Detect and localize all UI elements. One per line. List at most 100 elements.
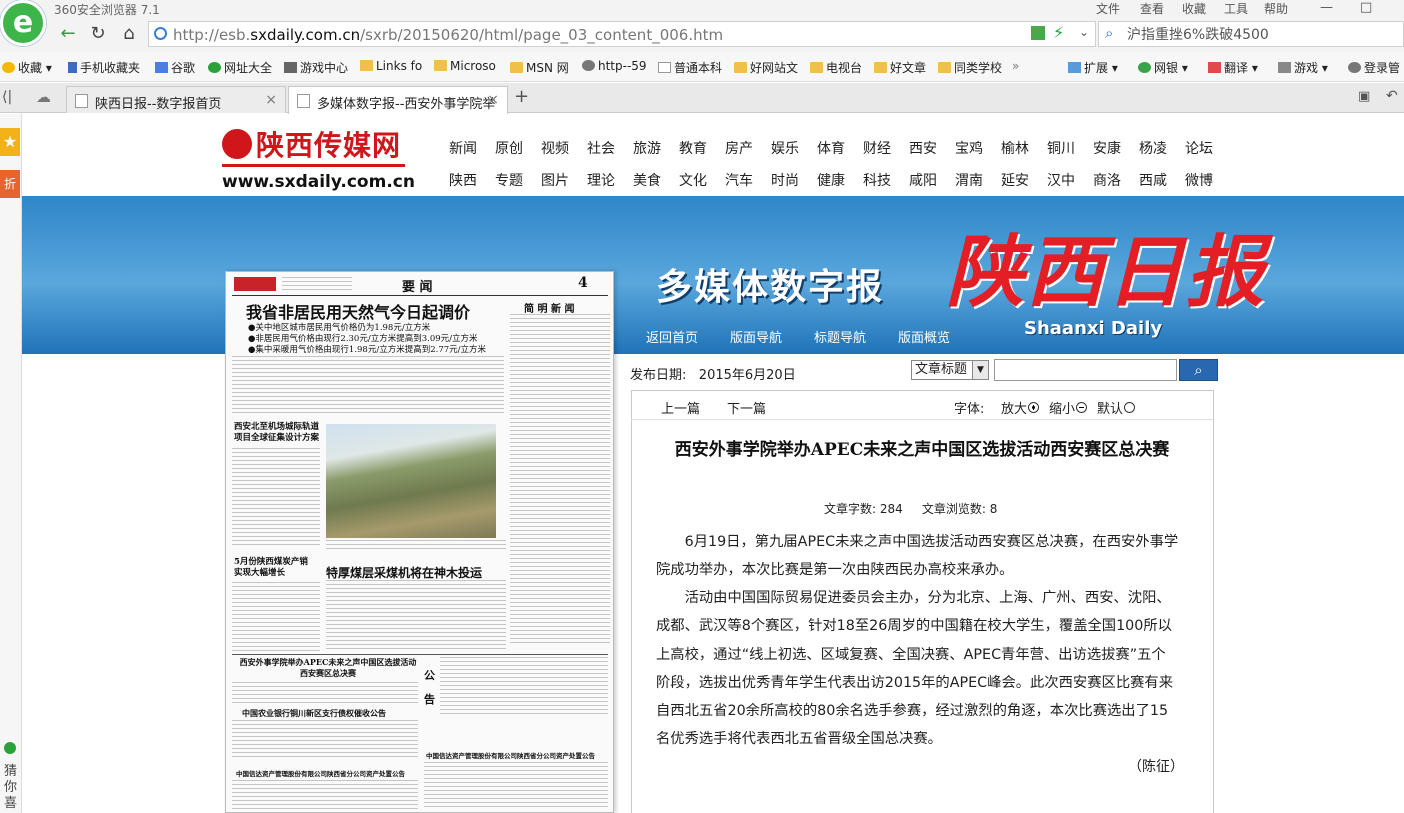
search-button[interactable]: ⌕ bbox=[1179, 359, 1218, 381]
bookmark-benke[interactable]: 普通本科 bbox=[658, 59, 722, 76]
menu-view[interactable]: 查看 bbox=[1140, 0, 1164, 17]
nav-link[interactable]: 健康 bbox=[817, 170, 845, 190]
zoom-in-radio[interactable] bbox=[1028, 402, 1040, 413]
nav-link[interactable]: 社会 bbox=[587, 138, 615, 158]
nav-link[interactable]: 视频 bbox=[541, 138, 569, 158]
nav-link[interactable]: 微博 bbox=[1185, 170, 1213, 190]
banner-nav-pages[interactable]: 版面导航 bbox=[730, 327, 782, 346]
nav-link[interactable]: 教育 bbox=[679, 138, 707, 158]
nav-link[interactable]: 汉中 bbox=[1047, 170, 1075, 190]
banner-nav-home[interactable]: 返回首页 bbox=[646, 327, 698, 346]
menu-help[interactable]: 帮助 bbox=[1264, 0, 1288, 17]
restore-tabs-icon[interactable]: ▣ bbox=[1358, 89, 1370, 104]
menu-tools[interactable]: 工具 bbox=[1224, 0, 1248, 17]
bookmark-good-sites[interactable]: 好网站文 bbox=[734, 59, 798, 76]
banner-nav-overview[interactable]: 版面概览 bbox=[898, 327, 950, 346]
discount-icon[interactable]: 折 bbox=[0, 170, 20, 198]
article-title: 西安外事学院举办APEC未来之声中国区选拔活动西安赛区总决赛 bbox=[674, 440, 1170, 460]
search-input[interactable] bbox=[1127, 25, 1397, 43]
url-bar[interactable]: http://esb.sxdaily.com.cn/sxrb/20150620/… bbox=[148, 21, 1096, 47]
nav-link[interactable]: 美食 bbox=[633, 170, 661, 190]
guess-you-like[interactable]: 猜你喜 bbox=[4, 764, 18, 812]
nav-link[interactable]: 安康 bbox=[1093, 138, 1121, 158]
nav-link[interactable]: 陕西 bbox=[449, 170, 477, 190]
nav-link[interactable]: 理论 bbox=[587, 170, 615, 190]
maximize-icon[interactable]: □ bbox=[1360, 0, 1372, 15]
search-box[interactable]: ⌕ bbox=[1098, 21, 1404, 47]
bookmark-msn[interactable]: MSN 网 bbox=[510, 59, 569, 76]
bookmark-http59[interactable]: http--59 bbox=[582, 59, 647, 73]
nav-link[interactable]: 娱乐 bbox=[771, 138, 799, 158]
bookmark-microsoft[interactable]: Microso bbox=[434, 59, 496, 73]
translate-button[interactable]: 翻译 ▾ bbox=[1208, 59, 1258, 76]
zoom-out-radio[interactable] bbox=[1076, 402, 1088, 413]
menu-file[interactable]: 文件 bbox=[1096, 0, 1120, 17]
home-icon[interactable]: ⌂ bbox=[117, 23, 141, 47]
bookmark-tv[interactable]: 电视台 bbox=[810, 59, 862, 76]
next-article-link[interactable]: 下一篇 bbox=[727, 398, 766, 417]
extensions-button[interactable]: 扩展 ▾ bbox=[1068, 59, 1118, 76]
ebank-button[interactable]: 网银 ▾ bbox=[1138, 59, 1188, 76]
bookmark-mobile[interactable]: 手机收藏夹 bbox=[68, 59, 140, 76]
newspaper-page-thumbnail[interactable]: 要 闻 4 我省非居民用天然气今日起调价 ●关中地区城市居民用气价格仍为1.98… bbox=[225, 271, 614, 813]
nav-link[interactable]: 铜川 bbox=[1047, 138, 1075, 158]
nav-link[interactable]: 体育 bbox=[817, 138, 845, 158]
nav-link[interactable]: 专题 bbox=[495, 170, 523, 190]
prev-article-link[interactable]: 上一篇 bbox=[661, 398, 700, 417]
undo-close-icon[interactable]: ↶ bbox=[1386, 88, 1398, 104]
refresh-icon[interactable]: ↻ bbox=[86, 23, 110, 47]
bookmark-favorites[interactable]: 收藏 ▾ bbox=[2, 59, 52, 76]
close-icon[interactable]: × bbox=[265, 92, 277, 108]
nav-link[interactable]: 图片 bbox=[541, 170, 569, 190]
nav-link[interactable]: 宝鸡 bbox=[955, 138, 983, 158]
chevron-down-icon[interactable]: ⌄ bbox=[1079, 25, 1089, 39]
keyword-input[interactable] bbox=[994, 359, 1177, 381]
tab-article[interactable]: 多媒体数字报--西安外事学院举 × bbox=[288, 86, 508, 114]
nav-link[interactable]: 商洛 bbox=[1093, 170, 1121, 190]
nav-link[interactable]: 渭南 bbox=[955, 170, 983, 190]
sidebar-toggle-icon[interactable]: ⟨| bbox=[2, 89, 12, 105]
nav-link[interactable]: 文化 bbox=[679, 170, 707, 190]
login-button[interactable]: 登录管 bbox=[1348, 59, 1400, 76]
tab-sxrb-home[interactable]: 陕西日报--数字报首页 × bbox=[66, 86, 286, 113]
bookmark-articles[interactable]: 好文章 bbox=[874, 59, 926, 76]
nav-link[interactable]: 新闻 bbox=[449, 138, 477, 158]
nav-link[interactable]: 论坛 bbox=[1185, 138, 1213, 158]
default-radio[interactable] bbox=[1124, 402, 1136, 413]
zoom-in-option[interactable]: 放大 bbox=[1001, 398, 1040, 417]
qr-icon[interactable] bbox=[1031, 26, 1045, 40]
nav-link[interactable]: 原创 bbox=[495, 138, 523, 158]
nav-link[interactable]: 汽车 bbox=[725, 170, 753, 190]
default-size-option[interactable]: 默认 bbox=[1097, 398, 1136, 417]
nav-link[interactable]: 西咸 bbox=[1139, 170, 1167, 190]
nav-link[interactable]: 榆林 bbox=[1001, 138, 1029, 158]
more-bookmarks-icon[interactable]: » bbox=[1012, 59, 1019, 73]
search-field-select[interactable]: 文章标题 ▼ bbox=[911, 360, 989, 380]
nav-link[interactable]: 房产 bbox=[725, 138, 753, 158]
zoom-out-option[interactable]: 缩小 bbox=[1049, 398, 1088, 417]
new-tab-button[interactable]: + bbox=[514, 86, 529, 107]
bookmark-games[interactable]: 游戏中心 bbox=[284, 59, 348, 76]
bookmark-hao[interactable]: 网址大全 bbox=[208, 59, 272, 76]
bookmark-schools[interactable]: 同类学校 bbox=[938, 59, 1002, 76]
nav-link[interactable]: 西安 bbox=[909, 138, 937, 158]
nav-link[interactable]: 旅游 bbox=[633, 138, 661, 158]
banner-nav-titles[interactable]: 标题导航 bbox=[814, 327, 866, 346]
site-logo[interactable]: 陕西传媒网 bbox=[222, 124, 401, 164]
nav-link[interactable]: 杨凌 bbox=[1139, 138, 1167, 158]
nav-link[interactable]: 科技 bbox=[863, 170, 891, 190]
nav-link[interactable]: 延安 bbox=[1001, 170, 1029, 190]
games-button[interactable]: 游戏 ▾ bbox=[1278, 59, 1328, 76]
bookmark-links[interactable]: Links fo bbox=[360, 59, 422, 73]
nav-link[interactable]: 咸阳 bbox=[909, 170, 937, 190]
nav-link[interactable]: 时尚 bbox=[771, 170, 799, 190]
nav-link[interactable]: 财经 bbox=[863, 138, 891, 158]
bookmark-google[interactable]: 谷歌 bbox=[155, 59, 195, 76]
menu-favorites[interactable]: 收藏 bbox=[1182, 0, 1206, 17]
minimize-icon[interactable]: — bbox=[1320, 0, 1333, 15]
close-icon[interactable]: × bbox=[487, 92, 499, 108]
favorites-star-icon[interactable]: ★ bbox=[0, 128, 20, 156]
back-icon[interactable]: ← bbox=[56, 23, 80, 47]
cloud-icon[interactable]: ☁ bbox=[36, 88, 51, 106]
lightning-icon[interactable]: ⚡ bbox=[1053, 23, 1064, 42]
